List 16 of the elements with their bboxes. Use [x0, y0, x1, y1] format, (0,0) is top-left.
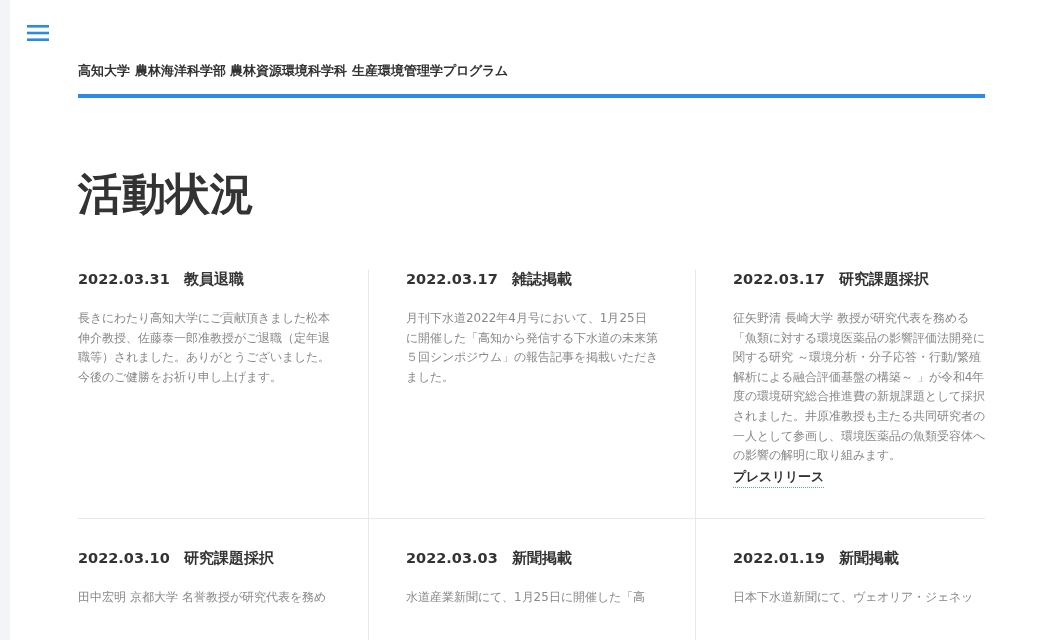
post-body: 水道産業新聞にて、1月25日に開催した「高	[406, 588, 646, 606]
post-title: 2022.03.10 研究課題採択	[78, 548, 276, 568]
post-title: 2022.03.31 教員退職	[78, 270, 246, 289]
page-title: 活動状況	[78, 167, 255, 221]
post-body: 長きにわたり高知大学にご貢献頂きました松本伸介教授、佐藤泰一郎准教授がご退職（定年退職等）されました。ありがとうございました。今後のご健勝をお祈り申し上げます。	[78, 310, 330, 386]
post-body: 月刊下水道2022年4月号において、1月25日に開催した「高知から発信する下水道の未来第５回シンポジウム」の報告記事を掲載いただきました。	[406, 310, 658, 386]
post-body: 日本下水道新聞にて、ヴェオリア・ジェネッ	[733, 588, 974, 606]
post-title: 2022.03.17 雑誌掲載	[406, 270, 574, 289]
post-title: 2022.03.03 新聞掲載	[406, 548, 574, 568]
post-title: 2022.03.17 研究課題採択	[733, 270, 931, 289]
post-body: 田中宏明 京都大学 名誉教授が研究代表を務め	[78, 588, 327, 606]
press-release-link[interactable]: プレスリリース	[733, 468, 824, 488]
menu-icon[interactable]	[27, 24, 49, 42]
post-title: 2022.01.19 新聞掲載	[733, 548, 901, 568]
post-body: 征矢野清 長崎大学 教授が研究代表を務める「魚類に対する環境医薬品の影響評価法開発に関する研究 ～環境分析・分子応答・行動/繁殖解析による融合評価基盤の構築～ 」が令和4年度の環境研究総合推進費の新規課題として採択されました。井原准教授も主たる共同研究者の一人として参画し、環境医薬品の魚類受容体への影響の解明に取り組みます。	[733, 310, 985, 465]
site-title: 高知大学 農林海洋科学部 農林資源環境科学科 生産環境管理学プログラム	[78, 62, 985, 98]
